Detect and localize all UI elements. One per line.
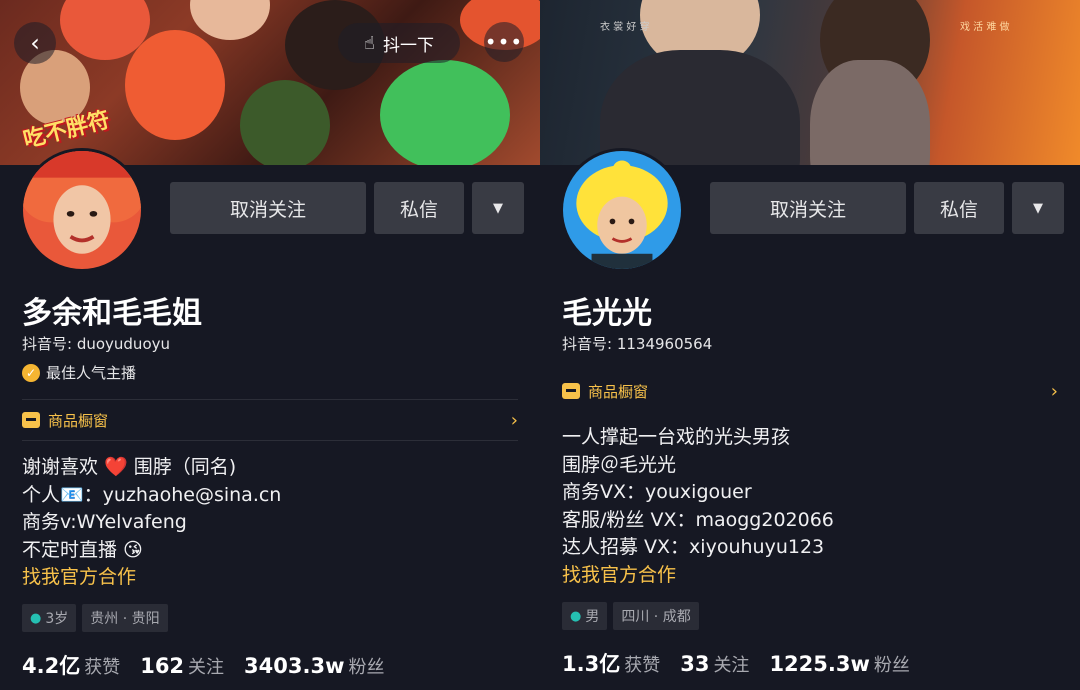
shake-label: 抖一下 xyxy=(382,35,434,56)
profile-tags: ● 3岁 贵州 · 贵阳 xyxy=(22,604,168,632)
douyin-id: 抖音号: duoyuduoyu xyxy=(22,335,171,353)
person-icon: ● xyxy=(30,610,42,626)
shop-icon xyxy=(22,412,40,428)
shop-label: 商品橱窗 xyxy=(588,382,649,401)
action-buttons: 取消关注 私信 ▼ xyxy=(710,182,1064,234)
followers-label: 粉丝 xyxy=(873,655,910,676)
profile-stats: 1.3亿 获赞 33 关注 1225.3w 粉丝 xyxy=(562,648,910,678)
following-count: 162 xyxy=(140,654,185,678)
bio-line: 一人撑起一台戏的光头男孩 xyxy=(562,426,791,448)
bio-line: 客服/粉丝 VX：maogg202066 xyxy=(562,508,834,531)
chevron-down-icon: ▼ xyxy=(493,200,503,216)
chevron-down-icon: ▼ xyxy=(1033,200,1043,216)
profile-panel-left: 吃不胖符 ‹ ☝ 抖一下 ••• 取消关注 私信 ▼ 多余和毛毛姐 抖音号: d… xyxy=(0,0,540,690)
bio-line: 达人招募 VX：xiyouhuyu123 xyxy=(562,536,825,558)
likes-stat: 4.2亿 获赞 xyxy=(22,650,120,680)
cover-caption: 衣 裳 好 穿 xyxy=(600,22,650,33)
avatar-image xyxy=(23,151,141,269)
likes-stat: 1.3亿 获赞 xyxy=(562,648,660,678)
cooperate-link[interactable]: 找我官方合作 xyxy=(22,564,518,592)
followers-stat[interactable]: 3403.3w 粉丝 xyxy=(244,653,384,679)
unfollow-button[interactable]: 取消关注 xyxy=(710,182,906,234)
profile-tags: ● 男 四川 · 成都 xyxy=(562,602,699,630)
shop-label: 商品橱窗 xyxy=(48,411,109,430)
back-button[interactable]: ‹ xyxy=(14,22,56,64)
location-tag: 贵州 · 贵阳 xyxy=(82,604,168,632)
likes-label: 获赞 xyxy=(624,655,661,676)
following-count: 33 xyxy=(680,652,710,676)
profile-cover-image: 吃不胖符 ‹ ☝ 抖一下 ••• xyxy=(0,0,540,165)
message-button[interactable]: 私信 xyxy=(914,182,1004,234)
cooperate-link[interactable]: 找我官方合作 xyxy=(562,562,1058,590)
followers-label: 粉丝 xyxy=(348,657,385,678)
shop-icon xyxy=(562,383,580,399)
unfollow-button[interactable]: 取消关注 xyxy=(170,182,366,234)
following-label: 关注 xyxy=(713,655,750,676)
action-buttons: 取消关注 私信 ▼ xyxy=(170,182,524,234)
cover-caption: 戏 活 难 做 xyxy=(960,22,1010,33)
profile-panel-right: 衣 裳 好 穿 戏 活 难 做 取消关注 私信 ▼ 毛光光 抖音号: 11349… xyxy=(540,0,1080,690)
bio-line: 个人📧：yuzhaohe@sina.cn xyxy=(22,483,282,506)
likes-count: 4.2亿 xyxy=(22,654,81,678)
gender-tag: ● 男 xyxy=(562,602,608,630)
back-icon: ‹ xyxy=(30,29,40,57)
followers-stat[interactable]: 1225.3w 粉丝 xyxy=(769,651,909,677)
verified-badge: ✓ 最佳人气主播 xyxy=(22,362,136,383)
age-tag: ● 3岁 xyxy=(22,604,77,632)
shop-window-link[interactable]: 商品橱窗 › xyxy=(562,370,1058,412)
shake-button[interactable]: ☝ 抖一下 xyxy=(338,23,460,63)
badge-label: 最佳人气主播 xyxy=(46,364,137,382)
profile-stats: 4.2亿 获赞 162 关注 3403.3w 粉丝 xyxy=(22,650,384,680)
avatar[interactable] xyxy=(20,148,144,272)
avatar[interactable] xyxy=(560,148,684,272)
cover-face xyxy=(240,80,330,165)
bio-line: 谢谢喜欢 ❤️ 围脖（同名) xyxy=(22,456,237,478)
cover-face xyxy=(125,30,225,140)
cover-figure xyxy=(810,60,930,165)
following-label: 关注 xyxy=(188,657,225,678)
bio-line: 商务VX：youxigouer xyxy=(562,481,752,503)
profile-name: 毛光光 xyxy=(562,296,652,331)
gender-label: 男 xyxy=(585,609,600,625)
following-stat[interactable]: 33 关注 xyxy=(680,651,749,677)
person-icon: ● xyxy=(570,608,582,624)
dropdown-button[interactable]: ▼ xyxy=(472,182,524,234)
location-tag: 四川 · 成都 xyxy=(613,602,699,630)
bio: 一人撑起一台戏的光头男孩 围脖＠毛光光 商务VX：youxigouer 客服/粉… xyxy=(562,424,1058,589)
following-stat[interactable]: 162 关注 xyxy=(140,653,224,679)
followers-count: 3403.3w xyxy=(244,654,345,678)
bio-line: 商务v:WYelvafeng xyxy=(22,511,187,533)
dropdown-button[interactable]: ▼ xyxy=(1012,182,1064,234)
shake-hand-icon: ☝ xyxy=(364,32,375,54)
message-button[interactable]: 私信 xyxy=(374,182,464,234)
bio-line: 不定时直播 😘 xyxy=(22,538,143,561)
age-label: 3岁 xyxy=(45,611,69,627)
bio-line: 围脖＠毛光光 xyxy=(562,453,677,476)
chevron-right-icon: › xyxy=(510,409,518,431)
profile-cover-image: 衣 裳 好 穿 戏 活 难 做 xyxy=(540,0,1080,165)
verified-badge-icon: ✓ xyxy=(22,363,40,382)
bio: 谢谢喜欢 ❤️ 围脖（同名) 个人📧：yuzhaohe@sina.cn 商务v:… xyxy=(22,454,518,592)
shop-window-link[interactable]: 商品橱窗 › xyxy=(22,399,518,441)
more-button[interactable]: ••• xyxy=(484,22,524,62)
douyin-id: 抖音号: 1134960564 xyxy=(562,335,713,353)
avatar-image xyxy=(563,151,681,269)
cover-face xyxy=(190,0,270,40)
likes-label: 获赞 xyxy=(84,657,121,678)
profile-name: 多余和毛毛姐 xyxy=(22,296,202,331)
followers-count: 1225.3w xyxy=(769,652,870,676)
more-icon: ••• xyxy=(484,30,524,54)
likes-count: 1.3亿 xyxy=(562,652,621,676)
cover-face xyxy=(380,60,510,165)
chevron-right-icon: › xyxy=(1050,380,1058,402)
